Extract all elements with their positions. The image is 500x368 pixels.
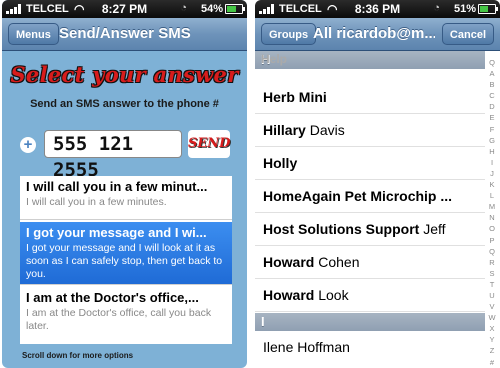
menus-back-button[interactable]: Menus bbox=[8, 23, 59, 45]
contact-last-name: Hoffman bbox=[297, 339, 350, 355]
partial-contact-row: Help bbox=[261, 52, 288, 66]
contact-last-name: Davis bbox=[309, 122, 345, 138]
index-letter[interactable]: F bbox=[486, 124, 498, 135]
index-letter[interactable]: L bbox=[486, 190, 498, 201]
contact-first-name: HomeAgain Pet Microchip ... bbox=[263, 188, 453, 204]
navigation-bar: Menus Send/Answer SMS bbox=[2, 18, 247, 51]
contact-first-name: Howard bbox=[263, 287, 315, 303]
contact-last-name: Jeff bbox=[423, 221, 446, 237]
index-letter[interactable]: J bbox=[486, 168, 498, 179]
index-letter[interactable]: Y bbox=[486, 334, 498, 345]
battery-icon bbox=[225, 4, 245, 14]
index-letter[interactable]: C bbox=[486, 90, 498, 101]
section-header-h: H bbox=[255, 51, 485, 69]
index-letter[interactable]: I bbox=[486, 157, 498, 168]
contact-first-name: Herb Mini bbox=[263, 89, 327, 105]
index-letter[interactable]: Q bbox=[486, 57, 498, 68]
contact-first-name: Host Solutions Support bbox=[263, 221, 420, 237]
answer-title: I got your message and I wi... bbox=[26, 225, 207, 240]
index-letter[interactable]: H bbox=[486, 146, 498, 157]
rotation-lock-icon: ◔ bbox=[433, 2, 440, 14]
contact-first-name: Howard bbox=[263, 254, 315, 270]
cancel-button[interactable]: Cancel bbox=[441, 23, 494, 45]
contact-row[interactable]: Host Solutions Support Jeff bbox=[255, 213, 485, 246]
answer-title: I am at the Doctor's office,... bbox=[26, 290, 199, 305]
index-letter[interactable]: M bbox=[486, 201, 498, 212]
alphabet-index-bar[interactable]: Q A B C D E F G H I J K L M N O P Q R S T U V W X Y Z # bbox=[486, 57, 498, 367]
index-letter[interactable]: P bbox=[486, 235, 498, 246]
index-letter[interactable]: O bbox=[486, 223, 498, 234]
answer-detail: I am at the Doctor's office, call you ba… bbox=[26, 307, 212, 332]
select-answer-heading: Select your answer bbox=[10, 62, 239, 87]
index-letter[interactable]: A bbox=[486, 68, 498, 79]
contact-row[interactable]: HomeAgain Pet Microchip ... bbox=[255, 180, 485, 213]
answer-item[interactable]: I am at the Doctor's office,... I am at … bbox=[20, 287, 232, 344]
battery-percent: 54% bbox=[200, 3, 223, 15]
index-letter[interactable]: Q bbox=[486, 246, 498, 257]
contact-last-name: Look bbox=[318, 287, 349, 303]
index-letter[interactable]: T bbox=[486, 279, 498, 290]
index-letter[interactable]: U bbox=[486, 290, 498, 301]
scroll-hint: Scroll down for more options bbox=[22, 351, 134, 360]
status-bar: TELCEL ◠ 8:27 PM ◔ 54% bbox=[2, 0, 247, 18]
rotation-lock-icon: ◔ bbox=[180, 2, 187, 14]
contact-row[interactable]: Holly bbox=[255, 147, 485, 180]
contacts-screen: TELCEL ◠ 8:36 PM ◔ 51% Groups All ricard… bbox=[255, 0, 500, 368]
answer-detail: I will call you in a few minutes. bbox=[26, 196, 167, 208]
index-letter[interactable]: E bbox=[486, 112, 498, 123]
instructions-text: Send an SMS answer to the phone # bbox=[30, 98, 219, 110]
index-letter[interactable]: W bbox=[486, 312, 498, 323]
index-letter[interactable]: D bbox=[486, 101, 498, 112]
index-letter[interactable]: R bbox=[486, 257, 498, 268]
index-letter[interactable]: V bbox=[486, 301, 498, 312]
index-letter[interactable]: K bbox=[486, 179, 498, 190]
index-letter[interactable]: X bbox=[486, 323, 498, 334]
phone-number-field[interactable]: 555 121 2555 bbox=[44, 130, 182, 181]
index-letter[interactable]: B bbox=[486, 79, 498, 90]
groups-back-button[interactable]: Groups bbox=[261, 23, 317, 45]
contact-row[interactable]: Herb Mini bbox=[255, 81, 485, 114]
contact-row[interactable]: Hillary Davis bbox=[255, 114, 485, 147]
answer-item-selected[interactable]: I got your message and I wi... I got you… bbox=[20, 222, 232, 285]
contact-last-name: Cohen bbox=[318, 254, 360, 270]
page-title: All ricardob@m... bbox=[313, 25, 435, 42]
contact-row[interactable]: Howard Look bbox=[255, 279, 485, 312]
status-bar: TELCEL ◠ 8:36 PM ◔ 51% bbox=[255, 0, 500, 18]
index-letter[interactable]: Z bbox=[486, 345, 498, 356]
index-letter[interactable]: N bbox=[486, 212, 498, 223]
contact-first-name: Hillary bbox=[263, 122, 306, 138]
add-contact-icon[interactable]: + bbox=[20, 137, 36, 153]
battery-percent: 51% bbox=[453, 3, 476, 15]
sms-answer-screen: TELCEL ◠ 8:27 PM ◔ 54% Menus Send/Answer… bbox=[2, 0, 247, 368]
answers-list: I will call you in a few minut... I will… bbox=[20, 176, 232, 344]
section-header-i: I bbox=[255, 313, 485, 331]
navigation-bar: Groups All ricardob@m... Cancel bbox=[255, 18, 500, 51]
answer-title: I will call you in a few minut... bbox=[26, 179, 208, 194]
contact-row[interactable]: Ilene Hoffman bbox=[255, 331, 485, 364]
send-button[interactable]: SEND bbox=[188, 130, 230, 158]
page-title: Send/Answer SMS bbox=[59, 25, 191, 42]
contact-row[interactable]: Howard Cohen bbox=[255, 246, 485, 279]
index-letter[interactable]: G bbox=[486, 135, 498, 146]
contact-first-name: Ilene bbox=[263, 339, 294, 355]
answer-detail: I got your message and I will look at it… bbox=[26, 242, 223, 280]
answer-item[interactable]: I will call you in a few minut... I will… bbox=[20, 176, 232, 220]
index-letter[interactable]: # bbox=[486, 357, 498, 368]
battery-icon bbox=[478, 4, 498, 14]
index-letter[interactable]: S bbox=[486, 268, 498, 279]
contact-first-name: Holly bbox=[263, 155, 298, 171]
